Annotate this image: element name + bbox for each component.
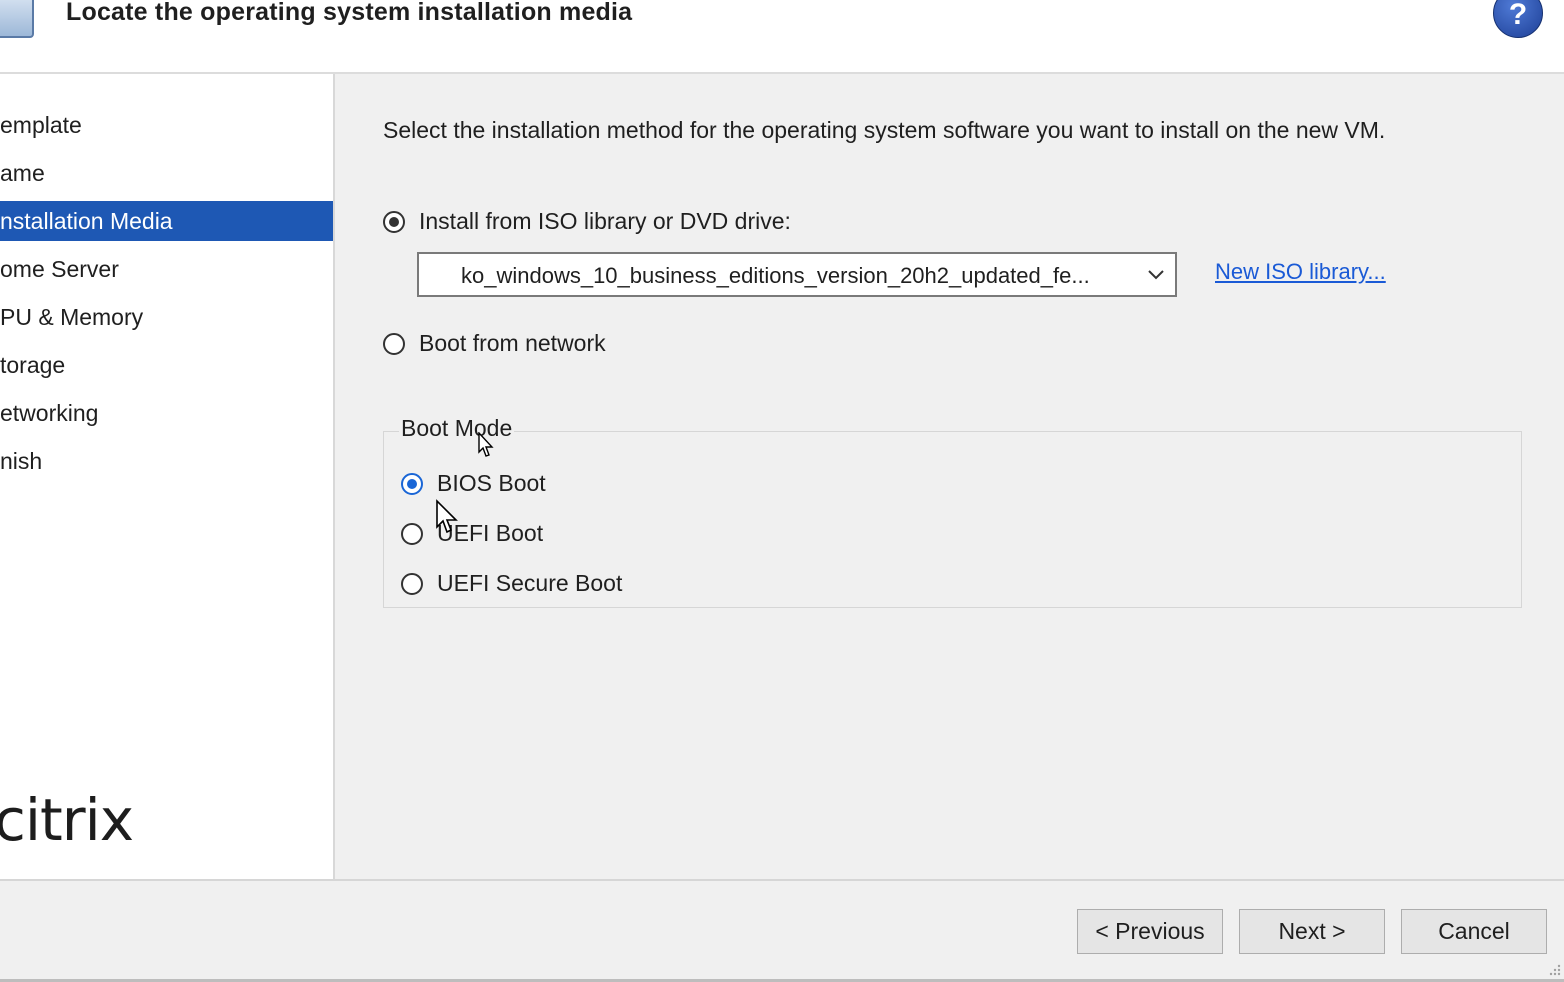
bios-boot-radio[interactable] [401, 472, 423, 495]
iso-dropdown[interactable]: ko_windows_10_business_editions_version_… [417, 252, 1177, 297]
cancel-button[interactable]: Cancel [1401, 909, 1547, 954]
sidebar-item-storage[interactable]: torage [0, 345, 333, 385]
resize-grip-icon[interactable] [1548, 963, 1562, 977]
sidebar-item-networking[interactable]: etworking [0, 393, 333, 433]
next-button[interactable]: Next > [1239, 909, 1385, 954]
uefi-secure-boot-radio[interactable] [401, 572, 423, 595]
previous-button[interactable]: < Previous [1077, 909, 1223, 954]
install-iso-label: Install from ISO library or DVD drive: [419, 208, 791, 234]
sidebar-item-cpu-memory[interactable]: PU & Memory [0, 297, 333, 337]
boot-network-option[interactable]: Boot from network [383, 330, 606, 357]
mouse-cursor-icon [478, 432, 494, 457]
iso-selected-value: ko_windows_10_business_editions_version_… [461, 263, 1090, 288]
sidebar-item-finish[interactable]: nish [0, 441, 333, 481]
uefi-secure-boot-label: UEFI Secure Boot [437, 570, 623, 596]
sidebar-item-name[interactable]: ame [0, 153, 333, 193]
boot-mode-legend: Boot Mode [399, 415, 515, 442]
wizard-vm-icon [0, 0, 34, 38]
help-icon[interactable]: ? [1493, 0, 1543, 38]
mouse-cursor-icon [436, 499, 458, 534]
bios-boot-option[interactable]: BIOS Boot [401, 470, 546, 497]
sidebar-item-installation-media[interactable]: nstallation Media [0, 201, 333, 241]
wizard-header: Locate the operating system installation… [0, 0, 1564, 74]
sidebar-item-template[interactable]: emplate [0, 105, 333, 145]
citrix-logo: citrix [0, 786, 134, 854]
uefi-secure-boot-option[interactable]: UEFI Secure Boot [401, 570, 622, 597]
page-title: Locate the operating system installation… [66, 0, 633, 26]
sidebar-item-home-server[interactable]: ome Server [0, 249, 333, 289]
boot-network-radio[interactable] [383, 332, 405, 355]
install-iso-radio[interactable] [383, 210, 405, 233]
uefi-boot-radio[interactable] [401, 522, 423, 545]
install-iso-option[interactable]: Install from ISO library or DVD drive: [383, 208, 791, 235]
uefi-boot-option[interactable]: UEFI Boot [401, 520, 543, 547]
wizard-steps-sidebar: emplate ame nstallation Media ome Server… [0, 74, 335, 879]
installation-media-panel: Select the installation method for the o… [335, 74, 1564, 879]
boot-network-label: Boot from network [419, 330, 606, 356]
chevron-down-icon [1148, 270, 1164, 280]
bios-boot-label: BIOS Boot [437, 470, 546, 496]
instruction-text: Select the installation method for the o… [383, 117, 1386, 143]
wizard-footer: < Previous Next > Cancel [0, 879, 1564, 981]
new-iso-library-link[interactable]: New ISO library... [1215, 259, 1386, 285]
